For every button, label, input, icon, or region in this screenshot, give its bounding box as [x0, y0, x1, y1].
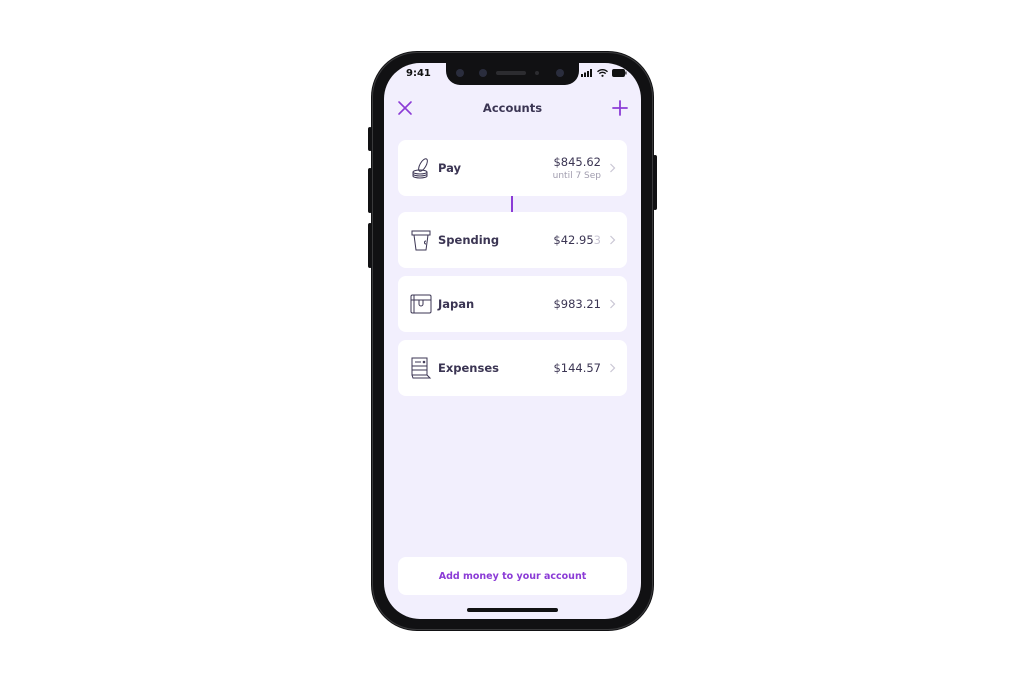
- cup-icon: [411, 230, 431, 251]
- chevron-right-icon: [610, 299, 616, 309]
- chevron-right-icon: [610, 163, 616, 173]
- nav-bar: Accounts: [384, 95, 641, 121]
- balance-value: $845.62: [553, 155, 601, 169]
- transfer-connector: [511, 196, 513, 212]
- chevron-right-icon: [610, 235, 616, 245]
- account-balance: $42.953: [553, 233, 601, 247]
- balance-value: $42.95: [553, 233, 594, 247]
- account-name: Japan: [438, 297, 475, 311]
- account-card-expenses[interactable]: Expenses $144.57: [398, 340, 627, 396]
- volume-up-button: [368, 168, 372, 213]
- account-name: Expenses: [438, 361, 499, 375]
- sensor-icon: [456, 69, 464, 77]
- receipt-icon: [411, 357, 432, 379]
- account-card-japan[interactable]: Japan $983.21: [398, 276, 627, 332]
- chest-icon: [410, 294, 432, 314]
- battery-icon: [612, 69, 627, 77]
- speaker-grille: [496, 71, 526, 75]
- volume-down-button: [368, 223, 372, 268]
- wifi-icon: [597, 69, 608, 77]
- account-name: Pay: [438, 161, 462, 175]
- app-screen: 9:41 Accounts Pay $845.62 until 7 Sep Sp…: [384, 63, 641, 619]
- camera-icon: [556, 69, 564, 77]
- chevron-right-icon: [610, 363, 616, 373]
- account-balance: $983.21: [553, 297, 601, 311]
- plus-icon[interactable]: [611, 99, 629, 117]
- silent-switch: [368, 127, 372, 151]
- account-subtitle: until 7 Sep: [552, 171, 601, 181]
- add-money-button[interactable]: Add money to your account: [398, 557, 627, 595]
- balance-value: $983.21: [553, 297, 601, 311]
- home-indicator[interactable]: [467, 608, 558, 612]
- status-time: 9:41: [406, 68, 431, 79]
- balance-value: $144.57: [553, 361, 601, 375]
- signal-icon: [581, 69, 592, 77]
- status-icons: [581, 69, 627, 77]
- account-name: Spending: [438, 233, 500, 247]
- balance-animating-digit: 3: [593, 233, 601, 247]
- account-card-spending[interactable]: Spending $42.953: [398, 212, 627, 268]
- account-balance: $845.62: [553, 155, 601, 169]
- power-button: [653, 155, 657, 210]
- page-title: Accounts: [482, 101, 543, 115]
- sensor-icon: [479, 69, 487, 77]
- account-balance: $144.57: [553, 361, 601, 375]
- proximity-sensor: [535, 71, 539, 75]
- account-card-pay[interactable]: Pay $845.62 until 7 Sep: [398, 140, 627, 196]
- notch: [446, 63, 579, 85]
- coins-icon: [412, 158, 428, 179]
